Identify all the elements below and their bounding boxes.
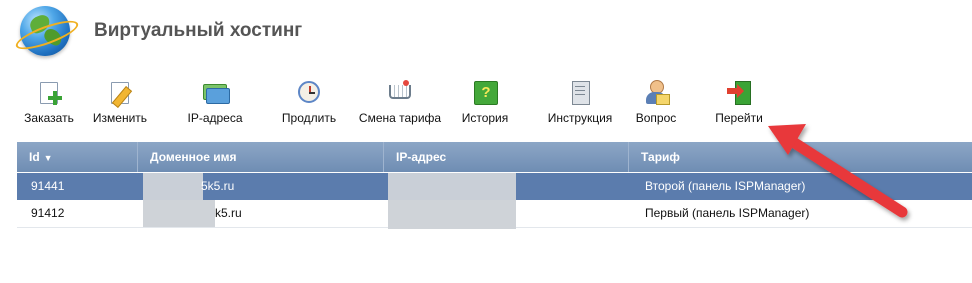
cart-icon xyxy=(388,80,412,106)
column-header-id[interactable]: Id ▼ xyxy=(17,142,138,172)
new-document-icon xyxy=(37,80,62,106)
edit-icon xyxy=(108,80,133,108)
column-header-domain-label: Доменное имя xyxy=(150,150,237,164)
ip-addresses-button-label: IP-адреса xyxy=(187,111,243,125)
cell-domain: k5.ru xyxy=(215,206,242,220)
page-title: Виртуальный хостинг xyxy=(94,20,303,41)
ip-addresses-button[interactable]: IP-адреса xyxy=(182,80,248,128)
column-header-id-label: Id xyxy=(29,150,40,164)
table-header: Id ▼ Доменное имя IP-адрес Тариф xyxy=(17,142,972,172)
go-to-panel-button-label: Перейти xyxy=(715,111,763,125)
cell-tariff: Второй (панель ISPManager) xyxy=(645,179,806,193)
redacted-ip xyxy=(388,200,516,229)
change-tariff-button[interactable]: Смена тарифа xyxy=(352,80,448,128)
redacted-area xyxy=(143,200,215,227)
instruction-button-label: Инструкция xyxy=(547,111,613,125)
redacted-area xyxy=(143,173,203,200)
renew-button-label: Продлить xyxy=(281,111,337,125)
edit-button-label: Изменить xyxy=(92,111,148,125)
go-to-panel-button[interactable]: Перейти xyxy=(708,80,770,128)
renew-button[interactable]: Продлить xyxy=(278,80,340,128)
enter-door-icon xyxy=(727,80,751,106)
edit-button[interactable]: Изменить xyxy=(88,80,152,128)
cell-id: 91412 xyxy=(31,206,65,220)
ip-addresses-icon xyxy=(203,80,230,106)
column-header-domain[interactable]: Доменное имя xyxy=(138,142,384,172)
question-button[interactable]: Вопрос xyxy=(628,80,684,128)
globe-icon xyxy=(12,6,82,56)
clock-icon xyxy=(297,80,321,106)
page-header: Виртуальный хостинг xyxy=(12,4,420,56)
help-icon: ? xyxy=(473,80,498,106)
column-header-ip[interactable]: IP-адрес xyxy=(384,142,629,172)
sort-desc-icon: ▼ xyxy=(43,153,53,163)
person-mail-icon xyxy=(644,80,670,106)
book-icon xyxy=(568,80,592,106)
table-row[interactable]: 91441 5k5.ru Второй (панель ISPManager) xyxy=(17,173,972,200)
column-header-ip-label: IP-адрес xyxy=(396,150,447,164)
table-row[interactable]: 91412 k5.ru Первый (панель ISPManager) xyxy=(17,200,972,229)
column-header-tariff[interactable]: Тариф xyxy=(629,142,972,172)
cell-tariff: Первый (панель ISPManager) xyxy=(645,206,810,220)
change-tariff-button-label: Смена тарифа xyxy=(358,111,442,125)
instruction-button[interactable]: Инструкция xyxy=(540,80,620,128)
history-button-label: История xyxy=(461,111,509,125)
column-header-tariff-label: Тариф xyxy=(641,150,680,164)
cell-id: 91441 xyxy=(31,179,65,193)
history-button[interactable]: ? История xyxy=(456,80,514,128)
question-button-label: Вопрос xyxy=(635,111,677,125)
cell-domain: 5k5.ru xyxy=(201,179,235,193)
redacted-ip xyxy=(388,173,516,200)
order-button[interactable]: Заказать xyxy=(20,80,78,128)
toolbar: Заказать Изменить IP-адреса Продлить Сме… xyxy=(0,80,972,128)
order-button-label: Заказать xyxy=(24,111,74,125)
